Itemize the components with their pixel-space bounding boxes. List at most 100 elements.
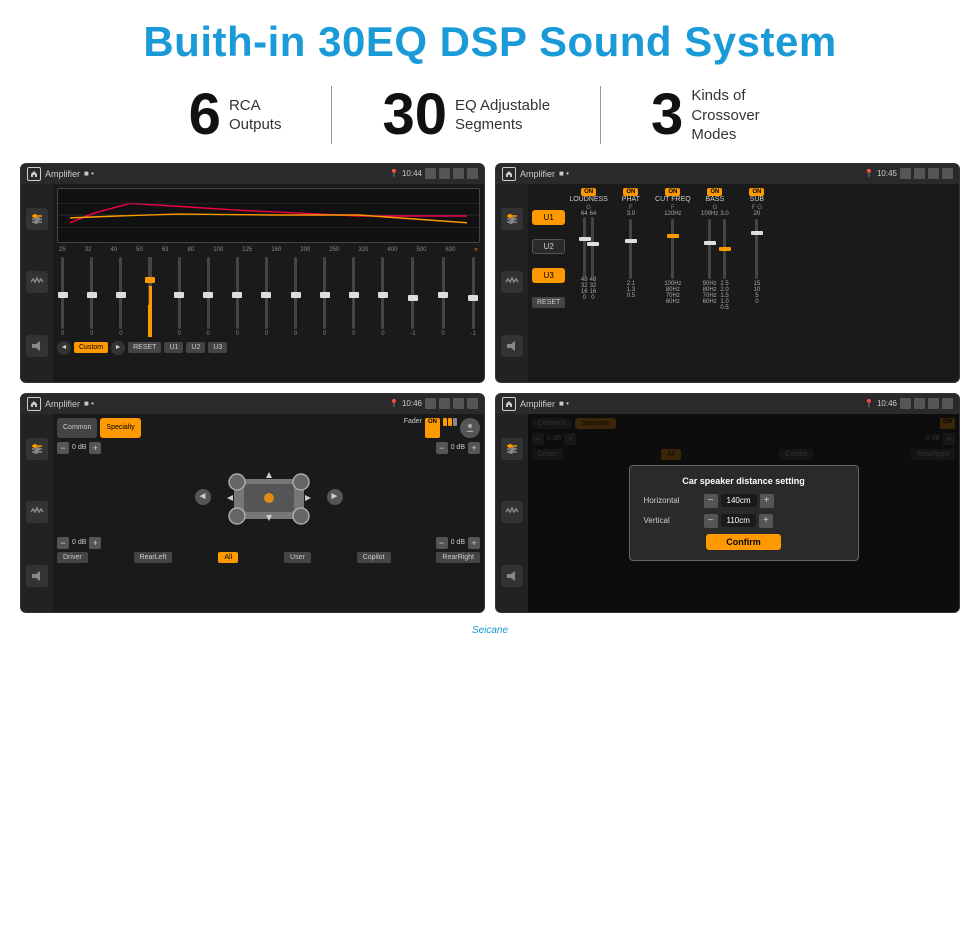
tab-specialty[interactable]: Specialty bbox=[100, 418, 140, 438]
topbar-window-icon-4[interactable] bbox=[928, 398, 939, 409]
eq-slider-1[interactable]: 0 bbox=[90, 257, 93, 337]
on-sub[interactable]: ON bbox=[749, 188, 764, 196]
eq-slider-8[interactable]: 0 bbox=[294, 257, 297, 337]
sidebar-filter-icon[interactable] bbox=[26, 208, 48, 230]
tab-common[interactable]: Common bbox=[57, 418, 97, 438]
topbar-window-icon[interactable] bbox=[453, 168, 464, 179]
eq-slider-13[interactable]: 0 bbox=[441, 257, 444, 337]
topbar-vol-icon-2[interactable] bbox=[900, 168, 911, 179]
custom-button[interactable]: Custom bbox=[74, 342, 108, 353]
home-icon-3[interactable] bbox=[27, 397, 41, 411]
sidebar-speaker-icon-3[interactable] bbox=[26, 565, 48, 587]
topbar-vol-icon-4[interactable] bbox=[900, 398, 911, 409]
sidebar-wave-icon[interactable] bbox=[26, 271, 48, 293]
topbar-close-icon-3[interactable] bbox=[439, 398, 450, 409]
topbar-back-icon-3[interactable] bbox=[467, 398, 478, 409]
u1-button-cross[interactable]: U1 bbox=[532, 210, 565, 225]
topbar-close-icon[interactable] bbox=[439, 168, 450, 179]
eq-slider-11[interactable]: 0 bbox=[381, 257, 384, 337]
eq-slider-14[interactable]: -1 bbox=[471, 257, 476, 337]
db-minus-tr[interactable]: − bbox=[436, 442, 448, 454]
btn-user[interactable]: User bbox=[284, 552, 311, 563]
btn-rearright[interactable]: RearRight bbox=[436, 552, 480, 563]
eq-slider-5[interactable]: 0 bbox=[207, 257, 210, 337]
eq-slider-0[interactable]: 0 bbox=[61, 257, 64, 337]
db-minus-tl[interactable]: − bbox=[57, 442, 69, 454]
btn-rearleft[interactable]: RearLeft bbox=[134, 552, 173, 563]
vertical-minus[interactable]: − bbox=[704, 514, 718, 528]
eq-slider-2[interactable]: 0 bbox=[119, 257, 122, 337]
sidebar-filter-icon-3[interactable] bbox=[26, 438, 48, 460]
sidebar-filter-icon-2[interactable] bbox=[501, 208, 523, 230]
eq-slider-7[interactable]: 0 bbox=[265, 257, 268, 337]
topbar-vol-icon-3[interactable] bbox=[425, 398, 436, 409]
horizontal-minus[interactable]: − bbox=[704, 494, 718, 508]
car-diagram bbox=[219, 464, 319, 529]
reset-button-cross[interactable]: RESET bbox=[532, 297, 565, 308]
db-plus-tl[interactable]: + bbox=[89, 442, 101, 454]
sidebar-wave-icon-2[interactable] bbox=[501, 271, 523, 293]
on-phat[interactable]: ON bbox=[623, 188, 638, 196]
eq-slider-12[interactable]: -1 bbox=[410, 257, 415, 337]
topbar-left-distance: Amplifier ■ • bbox=[502, 397, 569, 411]
sidebar-speaker-icon-4[interactable] bbox=[501, 565, 523, 587]
u2-button-eq[interactable]: U2 bbox=[186, 342, 205, 353]
u3-button-eq[interactable]: U3 bbox=[208, 342, 227, 353]
on-bass[interactable]: ON bbox=[707, 188, 722, 196]
sidebar-wave-icon-3[interactable] bbox=[26, 501, 48, 523]
vertical-plus[interactable]: + bbox=[759, 514, 773, 528]
topbar-title-distance: Amplifier bbox=[520, 399, 555, 409]
reset-button[interactable]: RESET bbox=[128, 342, 161, 353]
sidebar-speaker-icon[interactable] bbox=[26, 335, 48, 357]
eq-slider-3[interactable]: 5 bbox=[148, 257, 151, 337]
db-val-tr: 0 dB bbox=[451, 444, 465, 451]
right-arrows[interactable]: ► bbox=[327, 489, 343, 505]
fader-bar-2 bbox=[448, 418, 452, 426]
topbar-back-icon-2[interactable] bbox=[942, 168, 953, 179]
btn-copilot[interactable]: Copilot bbox=[357, 552, 391, 563]
db-plus-tr[interactable]: + bbox=[468, 442, 480, 454]
eq-slider-10[interactable]: 0 bbox=[352, 257, 355, 337]
home-icon-4[interactable] bbox=[502, 397, 516, 411]
eq-slider-9[interactable]: 0 bbox=[323, 257, 326, 337]
topbar-location-icon: 📍 bbox=[389, 169, 399, 178]
play-button[interactable]: ► bbox=[111, 341, 125, 355]
home-icon[interactable] bbox=[27, 167, 41, 181]
db-minus-bl[interactable]: − bbox=[57, 537, 69, 549]
u3-button-cross[interactable]: U3 bbox=[532, 268, 565, 283]
u1-button-eq[interactable]: U1 bbox=[164, 342, 183, 353]
topbar-close-icon-4[interactable] bbox=[914, 398, 925, 409]
btn-all[interactable]: All bbox=[218, 552, 238, 563]
eq-slider-6[interactable]: 0 bbox=[236, 257, 239, 337]
topbar-window-icon-3[interactable] bbox=[453, 398, 464, 409]
btn-driver[interactable]: Driver bbox=[57, 552, 88, 563]
prev-button[interactable]: ◄ bbox=[57, 341, 71, 355]
vertical-label: Vertical bbox=[644, 516, 699, 525]
home-icon-2[interactable] bbox=[502, 167, 516, 181]
horizontal-plus[interactable]: + bbox=[760, 494, 774, 508]
sidebar-filter-icon-4[interactable] bbox=[501, 438, 523, 460]
sidebar-crossover bbox=[496, 184, 528, 382]
user-icon[interactable] bbox=[460, 418, 480, 438]
u2-button-cross[interactable]: U2 bbox=[532, 239, 565, 254]
on-loudness[interactable]: ON bbox=[581, 188, 596, 196]
topbar-close-icon-2[interactable] bbox=[914, 168, 925, 179]
loudness-sliders: 64 48 32 16 0 64 bbox=[581, 211, 596, 301]
left-arrows[interactable]: ◄ bbox=[195, 489, 211, 505]
sidebar-speaker-icon-2[interactable] bbox=[501, 335, 523, 357]
db-minus-br[interactable]: − bbox=[436, 537, 448, 549]
topbar-back-icon[interactable] bbox=[467, 168, 478, 179]
sidebar-wave-icon-4[interactable] bbox=[501, 501, 523, 523]
db-plus-br[interactable]: + bbox=[468, 537, 480, 549]
confirm-button[interactable]: Confirm bbox=[706, 534, 781, 550]
on-cutfreq[interactable]: ON bbox=[665, 188, 680, 196]
topbar-window-icon-2[interactable] bbox=[928, 168, 939, 179]
topbar-vol-icon[interactable] bbox=[425, 168, 436, 179]
eq-slider-4[interactable]: 0 bbox=[177, 257, 180, 337]
watermark: Seicane bbox=[0, 625, 980, 636]
fader-on-badge[interactable]: ON bbox=[425, 418, 440, 438]
topbar-back-icon-4[interactable] bbox=[942, 398, 953, 409]
db-plus-bl[interactable]: + bbox=[89, 537, 101, 549]
freq-50: 50 bbox=[136, 247, 143, 253]
db-val-tl: 0 dB bbox=[72, 444, 86, 451]
